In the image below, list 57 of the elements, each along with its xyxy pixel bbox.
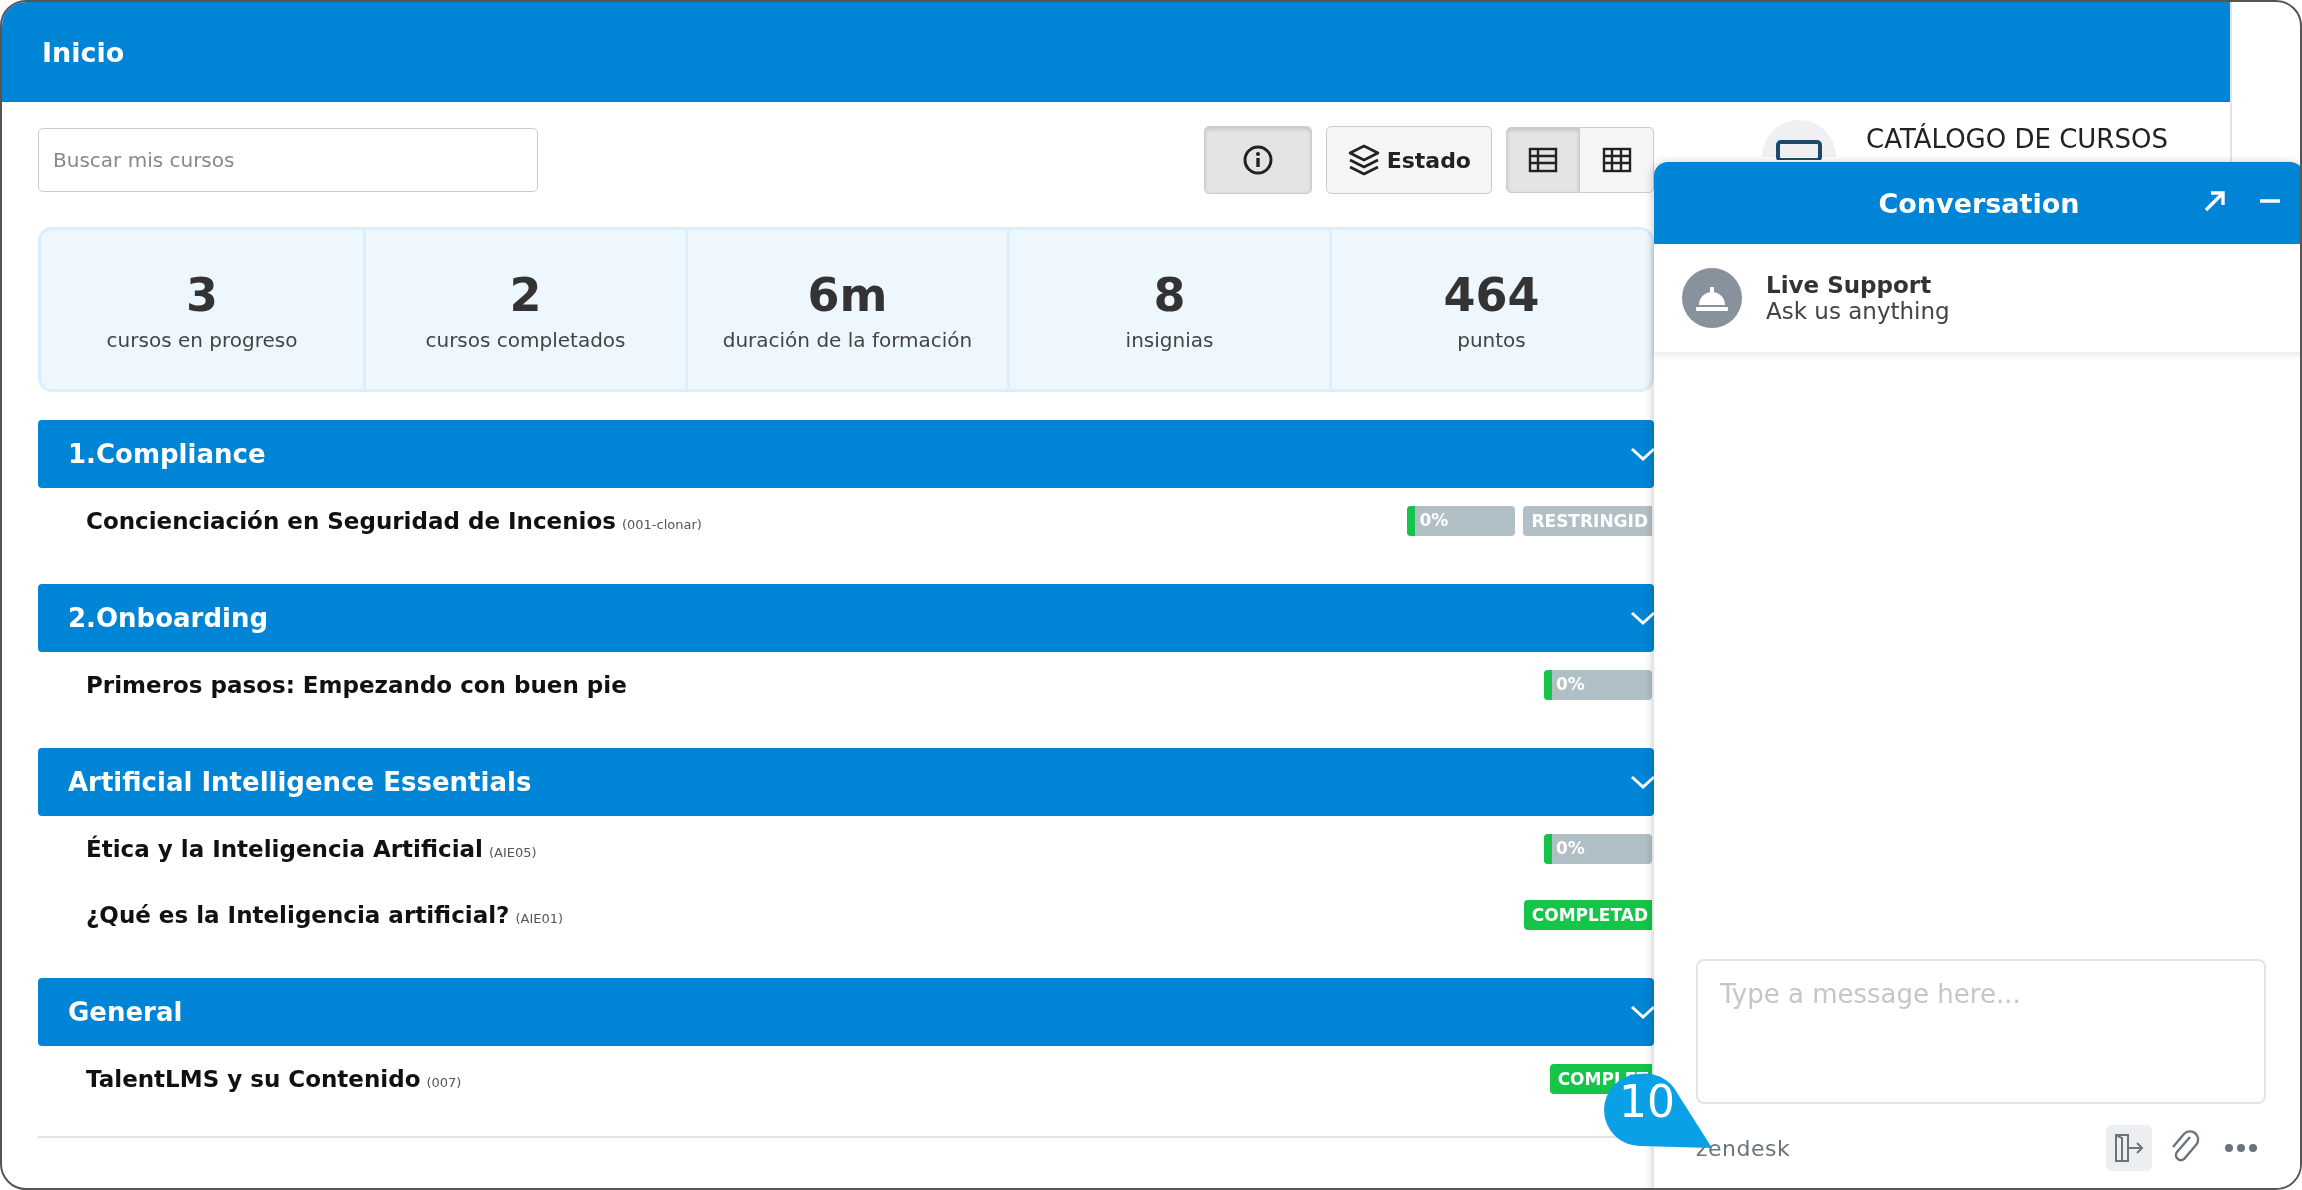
stat-label: cursos completados [425,327,626,352]
course-title[interactable]: ¿Qué es la Inteligencia artificial? [86,902,510,928]
course-code: (AIE05) [488,845,537,860]
stat-label: insignias [1125,327,1214,352]
info-button[interactable] [1203,126,1312,194]
brand-logo: zendesk [1696,1135,1791,1161]
page-title: Inicio [42,36,125,68]
stat-value: 3 [186,267,218,322]
progress-label: 0% [1556,674,1585,694]
grid-view-icon [1601,147,1632,173]
progress-label: 0% [1419,510,1449,530]
view-toggle-button[interactable] [1506,127,1580,193]
category-title: General [68,997,183,1027]
category-header[interactable]: 1.Compliance [38,420,1654,488]
stat-label: puntos [1457,327,1526,352]
category-header[interactable]: General [38,978,1654,1046]
stat-value: 2 [509,267,542,322]
layers-icon [1346,143,1381,177]
stat-label: duración de la formación [722,327,973,352]
bell-icon [1682,268,1742,328]
stat-value: 6m [807,267,888,322]
info-icon [1241,144,1274,176]
category-title: 2.Onboarding [68,603,269,633]
course-code: (AIE01) [515,911,564,926]
category-header[interactable]: Artificial Intelligence Essentials [38,748,1654,816]
status-button[interactable]: Estado [1325,126,1492,194]
stat-value: 8 [1153,267,1186,322]
stat-label: cursos en progreso [106,327,298,352]
catalog-link[interactable]: CATÁLOGO DE CURSOS [1866,124,2168,154]
view-toggle-button[interactable] [1580,127,1654,193]
chevron-down-icon[interactable] [1630,1004,1654,1020]
course-code: (001-clonar) [621,517,702,532]
catalog-icon [1762,120,1836,160]
list-view-icon [1528,147,1558,173]
chevron-down-icon[interactable] [1630,774,1654,790]
chevron-down-icon[interactable] [1630,446,1654,462]
course-title[interactable]: Ética y la Inteligencia Artificial [86,836,483,862]
chevron-down-icon[interactable] [1630,610,1654,626]
course-title[interactable]: Primeros pasos: Empezando con buen pie [86,672,627,698]
chat-title: Conversation [1878,187,2080,219]
agent-name: Live Support [1766,272,1933,298]
expand-icon[interactable] [2202,188,2228,214]
stat-value: 464 [1443,267,1540,322]
progress-label: 0% [1556,838,1585,858]
category-header[interactable]: 2.Onboarding [38,584,1654,652]
search-field[interactable]: Buscar mis cursos [38,128,538,192]
exit-button[interactable] [2106,1125,2152,1171]
category-title: Artificial Intelligence Essentials [68,767,532,797]
exit-icon [2113,1133,2145,1163]
status-badge: COMPLETAD [1523,900,1652,930]
status-badge: RESTRINGID [1523,506,1652,536]
message-field[interactable]: Type a message here... [1696,959,2266,1104]
agent-subtitle: Ask us anything [1766,298,1950,324]
course-code: (007) [426,1075,462,1090]
category-title: 1.Compliance [68,439,266,469]
course-title[interactable]: Concienciación en Seguridad de Incenios [86,508,616,534]
course-title[interactable]: TalentLMS y su Contenido [86,1066,421,1092]
